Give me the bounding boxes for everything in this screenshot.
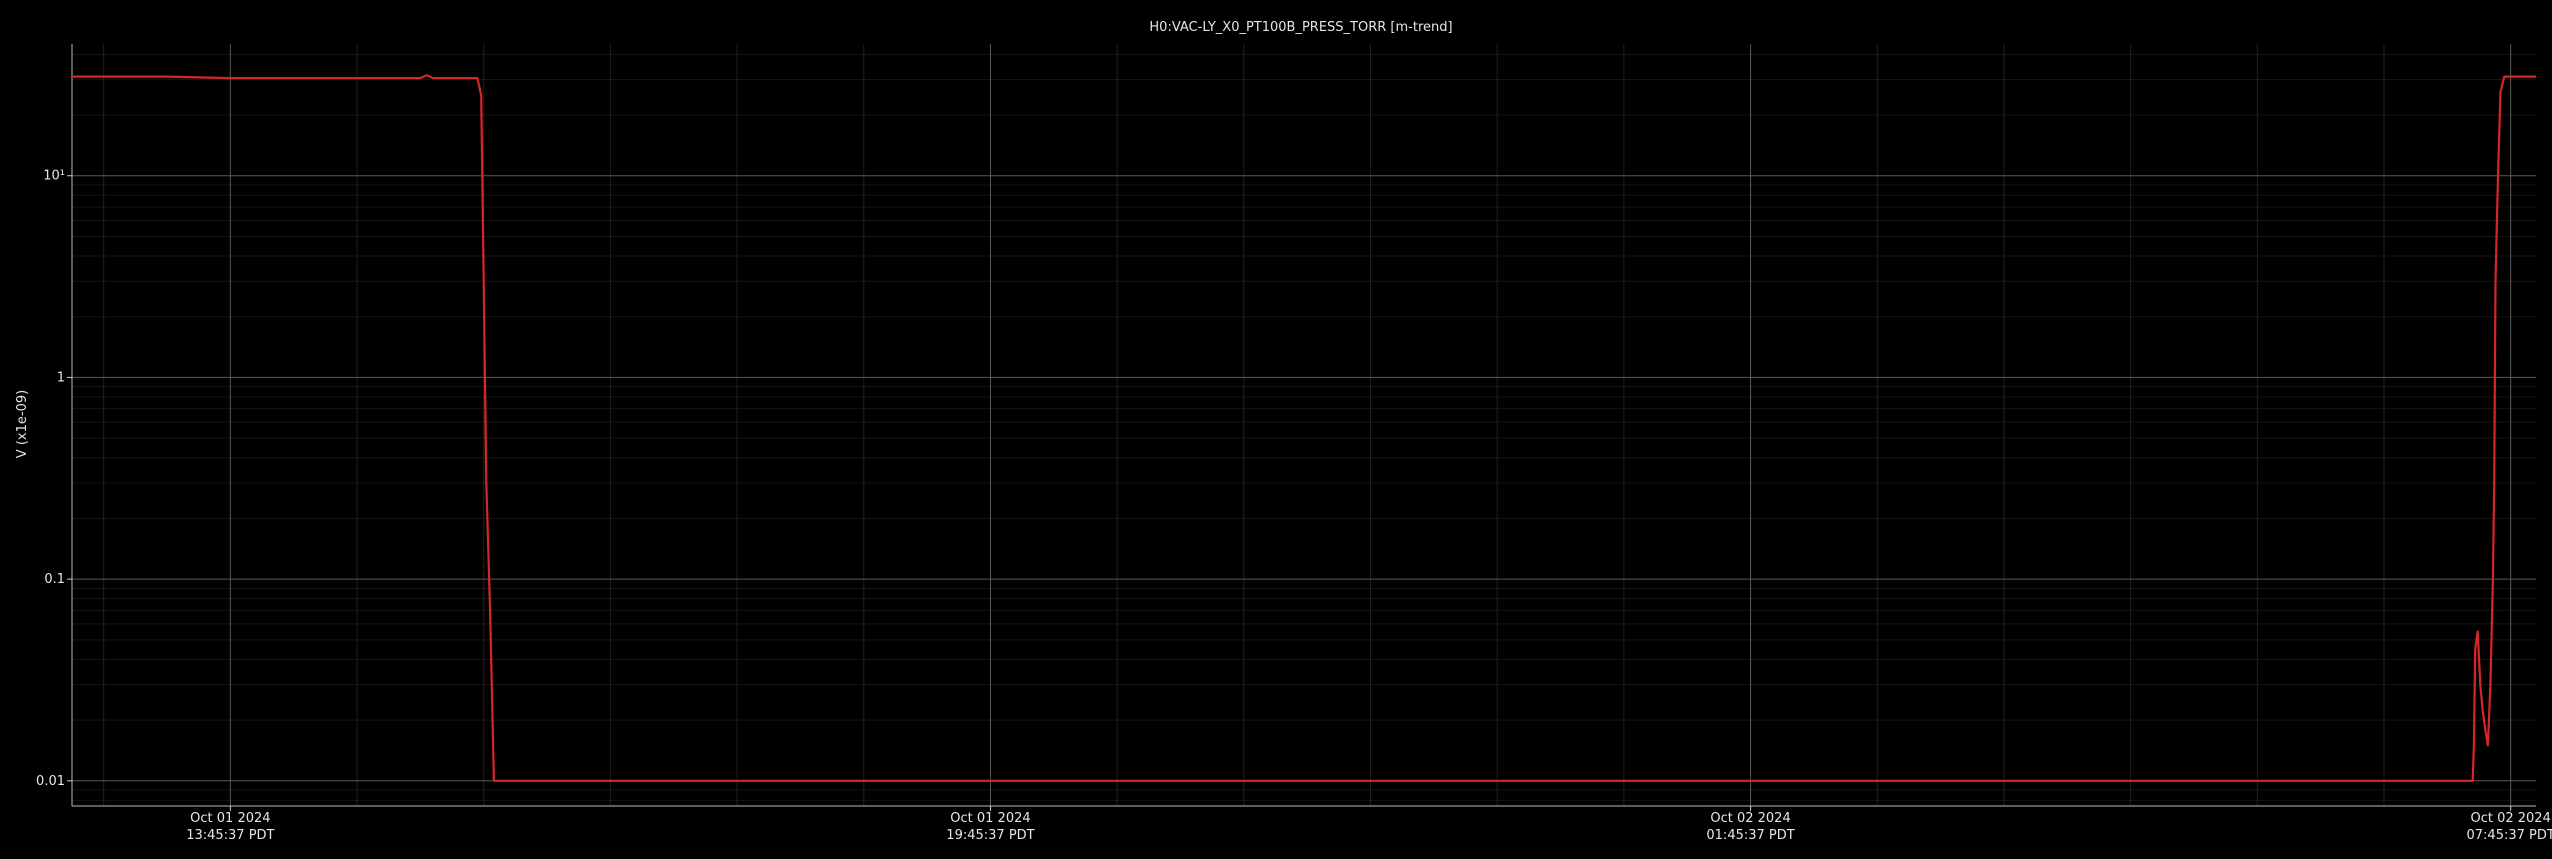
x-tick-label: Oct 01 2024 bbox=[950, 811, 1030, 826]
y-axis-ticks: 0.01 0.1 1 10¹ bbox=[36, 169, 72, 789]
y-tick-label: 0.01 bbox=[36, 774, 65, 789]
series-line bbox=[72, 74, 2536, 782]
chart-container: H0:VAC-LY_X0_PT100B_PRESS_TORR [m-trend]… bbox=[0, 0, 2552, 859]
x-tick-label: 01:45:37 PDT bbox=[1706, 828, 1794, 843]
x-tick-label: Oct 01 2024 bbox=[190, 811, 270, 826]
x-axis-ticks: Oct 01 2024 13:45:37 PDT Oct 01 2024 19:45:… bbox=[186, 806, 2552, 843]
y-axis-label: V (x1e-09) bbox=[15, 390, 30, 458]
axes bbox=[71, 44, 2536, 807]
x-tick-label: 07:45:37 PDT bbox=[2467, 828, 2552, 843]
chart-title: H0:VAC-LY_X0_PT100B_PRESS_TORR [m-trend] bbox=[1149, 20, 1452, 35]
series-layer bbox=[72, 74, 2536, 782]
y-tick-label: 1 bbox=[57, 370, 65, 385]
chart-svg: H0:VAC-LY_X0_PT100B_PRESS_TORR [m-trend]… bbox=[15, 20, 2552, 843]
grid-lines bbox=[72, 44, 2536, 806]
x-tick-label: 19:45:37 PDT bbox=[946, 828, 1034, 843]
x-tick-label: Oct 02 2024 bbox=[2470, 811, 2550, 826]
x-tick-label: Oct 02 2024 bbox=[1710, 811, 1790, 826]
x-tick-label: 13:45:37 PDT bbox=[186, 828, 274, 843]
y-tick-label: 10¹ bbox=[43, 169, 65, 184]
y-tick-label: 0.1 bbox=[44, 572, 65, 587]
